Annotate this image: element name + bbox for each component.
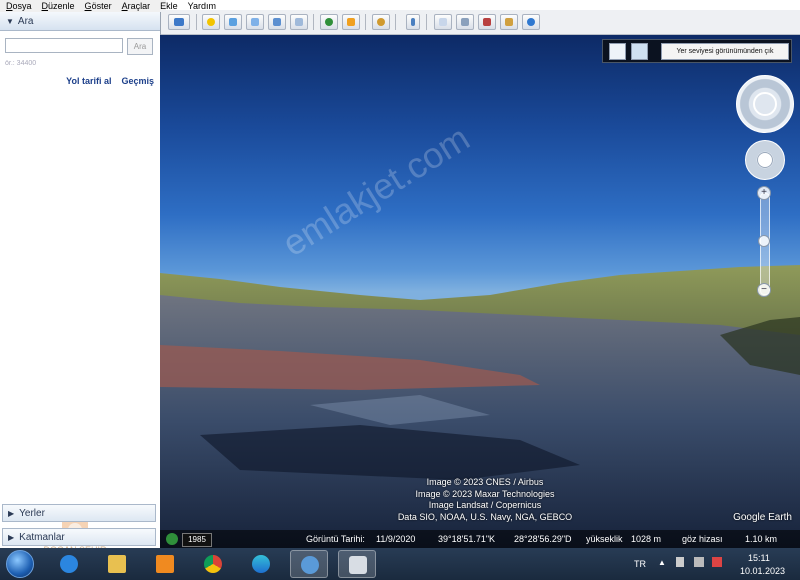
save-image-icon[interactable] (478, 14, 496, 30)
ruler-icon[interactable] (406, 14, 420, 30)
planets-icon[interactable] (372, 14, 390, 30)
person-icon[interactable] (609, 43, 626, 60)
exit-ground-level-button[interactable]: Yer seviyesi görünümünden çık (661, 43, 789, 60)
google-earth-logo: Google Earth (733, 512, 792, 523)
menu-bar: Dosya Düzenle Göster Araçlar Ekle Yardım (0, 0, 216, 12)
toolbar (160, 10, 800, 35)
polygon-icon[interactable] (224, 14, 242, 30)
expand-triangle-icon: ▶ (8, 532, 15, 542)
search-hint: ör.: 34400 (5, 60, 37, 67)
email-icon[interactable] (434, 14, 452, 30)
record-tour-icon[interactable] (290, 14, 308, 30)
earth-3d-view[interactable]: emlakjet.com Yer seviyesi görünümünden ç… (160, 35, 800, 548)
ground-level-controls: Yer seviyesi görünümünden çık (602, 39, 792, 63)
media-player-icon[interactable] (146, 550, 184, 578)
search-button[interactable]: Ara (127, 38, 153, 55)
historical-imagery-icon[interactable] (320, 14, 338, 30)
imagery-date-label: Görüntü Tarihi: (306, 534, 365, 544)
hand-icon (757, 152, 773, 168)
flag-icon[interactable] (676, 557, 684, 567)
latitude-readout: 39°18'51.71"K (438, 534, 496, 544)
longitude-readout: 28°28'56.29"D (514, 534, 572, 544)
map-view-icon[interactable] (500, 14, 518, 30)
elevation-value: 1028 m (631, 534, 662, 544)
file-explorer-icon[interactable] (98, 550, 136, 578)
clock-date[interactable]: 10.01.2023 (740, 566, 785, 576)
web-icon[interactable] (522, 14, 540, 30)
watermark: emlakjet.com (274, 117, 477, 265)
image-overlay-icon[interactable] (268, 14, 286, 30)
building-icon[interactable] (631, 43, 648, 60)
clock-time[interactable]: 15:11 (748, 553, 770, 563)
sun-icon[interactable] (342, 14, 360, 30)
layers-panel-title: Katmanlar (19, 531, 65, 543)
menu-edit[interactable]: Düzenle (42, 1, 75, 11)
search-panel-header[interactable]: ▼ Ara (0, 12, 160, 31)
path-icon[interactable] (246, 14, 264, 30)
zoom-thumb-icon[interactable] (758, 235, 770, 247)
toolbar-divider (395, 14, 396, 30)
print-icon[interactable] (456, 14, 474, 30)
toolbar-divider (426, 14, 427, 30)
chrome-icon[interactable] (194, 550, 232, 578)
sidebar: ▼ Ara Ara ör.: 34400 Yol tarifi al Geçmi… (0, 12, 161, 555)
windows-taskbar: TR ▲ 15:11 10.01.2023 (0, 548, 800, 580)
toolbar-divider (196, 14, 197, 30)
places-panel[interactable]: ▶ Yerler (2, 504, 156, 522)
attribution-line: Image Landsat / Copernicus (428, 500, 542, 510)
start-button-icon[interactable] (6, 550, 34, 578)
status-bar: 1985 Görüntü Tarihi: 11/9/2020 39°18'51.… (160, 530, 800, 548)
attribution-line: Image © 2023 Maxar Technologies (415, 488, 555, 499)
input-language[interactable]: TR (634, 559, 646, 569)
sidebar-toggle-icon[interactable] (168, 14, 190, 30)
toolbar-divider (313, 14, 314, 30)
tray-expand-icon[interactable]: ▲ (658, 558, 666, 567)
search-input[interactable] (5, 38, 123, 53)
zoom-in-icon[interactable]: + (757, 186, 771, 200)
google-earth-pro-icon[interactable] (338, 550, 376, 578)
imagery-attribution: Image © 2023 CNES / Airbus Image © 2023 … (355, 477, 615, 523)
menu-tools[interactable]: Araçlar (122, 1, 151, 11)
google-earth-icon[interactable] (290, 550, 328, 578)
eye-altitude-value: 1.10 km (745, 534, 778, 544)
directions-link[interactable]: Yol tarifi al (66, 76, 111, 86)
network-icon[interactable] (694, 557, 704, 567)
elevation-label: yükseklik (586, 534, 623, 544)
volume-muted-icon[interactable] (712, 557, 722, 567)
zoom-out-icon[interactable]: − (757, 283, 771, 297)
menu-file[interactable]: Dosya (6, 1, 32, 11)
collapse-triangle-icon: ▼ (6, 16, 14, 26)
historical-imagery-icon[interactable] (166, 533, 178, 545)
eye-icon (753, 92, 777, 116)
placemark-icon[interactable] (202, 14, 220, 30)
places-panel-title: Yerler (19, 507, 45, 519)
imagery-date: 11/9/2020 (376, 534, 416, 544)
layers-panel[interactable]: ▶ Katmanlar (2, 528, 156, 546)
system-tray: TR ▲ 15:11 10.01.2023 (620, 548, 800, 580)
eye-altitude-label: göz hizası (682, 534, 723, 544)
menu-view[interactable]: Göster (85, 1, 112, 11)
edge-icon[interactable] (242, 550, 280, 578)
expand-triangle-icon: ▶ (8, 508, 15, 518)
attribution-line: Data SIO, NOAA, U.S. Navy, NGA, GEBCO (397, 511, 573, 522)
search-panel-title: Ara (17, 15, 34, 27)
history-link[interactable]: Geçmiş (121, 76, 154, 86)
internet-explorer-icon[interactable] (50, 550, 88, 578)
toolbar-divider (365, 14, 366, 30)
imagery-year-badge[interactable]: 1985 (182, 533, 212, 547)
attribution-line: Image © 2023 CNES / Airbus (426, 477, 544, 487)
